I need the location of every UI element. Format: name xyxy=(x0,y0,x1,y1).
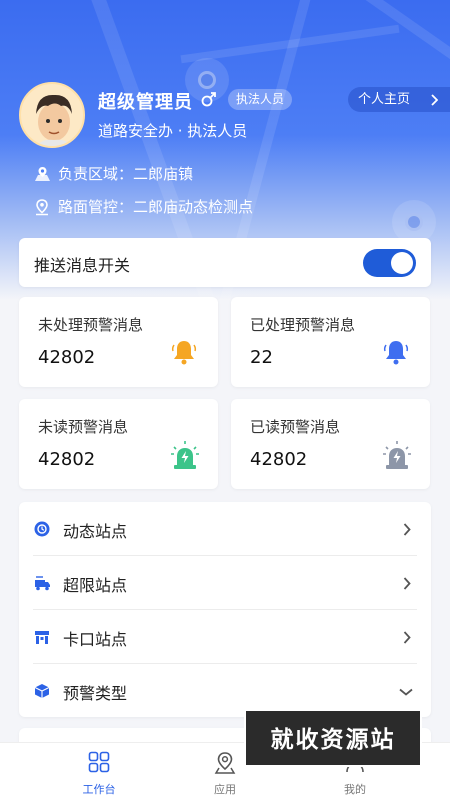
stat-title: 未处理预警消息 xyxy=(38,316,144,334)
chevron-down-icon xyxy=(399,688,413,696)
menu-item-label: 动态站点 xyxy=(63,522,128,541)
stat-title: 已处理预警消息 xyxy=(250,316,356,334)
chevron-right-icon xyxy=(403,577,411,590)
push-notification-card: 推送消息开关 xyxy=(19,238,431,287)
menu-item-label: 超限站点 xyxy=(63,576,128,595)
location-pin-icon xyxy=(36,199,48,216)
personal-homepage-link[interactable]: 个人主页 xyxy=(348,87,450,112)
user-name: 超级管理员 xyxy=(98,92,193,113)
menu-item-label: 卡口站点 xyxy=(63,630,128,649)
stat-card-processed[interactable]: 已处理预警消息 22 xyxy=(231,297,430,387)
push-toggle-label: 推送消息开关 xyxy=(34,256,131,275)
tab-label: 应用 xyxy=(214,783,236,796)
stat-title: 已读预警消息 xyxy=(250,418,341,436)
control-value: 二郎庙动态检测点 xyxy=(133,198,254,216)
grid-icon xyxy=(88,751,110,773)
male-icon xyxy=(201,92,216,107)
dynamic-station-icon xyxy=(34,521,50,537)
tab-workbench[interactable]: 工作台 xyxy=(59,743,139,800)
tab-label: 我的 xyxy=(344,783,366,796)
stat-value: 42802 xyxy=(38,347,96,368)
tab-label: 工作台 xyxy=(82,783,116,796)
stat-card-read[interactable]: 已读预警消息 42802 xyxy=(231,399,430,489)
toggle-knob xyxy=(391,252,413,274)
department-text: 道路安全办 · 执法人员 xyxy=(98,122,248,140)
stat-value: 22 xyxy=(250,347,273,368)
warning-type-icon xyxy=(34,684,50,698)
role-badge: 执法人员 xyxy=(228,89,293,110)
control-label: 路面管控： xyxy=(58,198,134,216)
stat-title: 未读预警消息 xyxy=(38,418,129,436)
bell-orange-icon xyxy=(171,341,197,365)
alarm-light-green-icon xyxy=(171,441,199,469)
stat-card-unprocessed[interactable]: 未处理预警消息 42802 xyxy=(19,297,218,387)
overlimit-station-icon xyxy=(35,576,50,591)
checkpoint-station-icon xyxy=(35,631,49,644)
menu-card: 动态站点 超限站点 卡口站点 预警类型 xyxy=(19,502,431,717)
stat-card-unread[interactable]: 未读预警消息 42802 xyxy=(19,399,218,489)
region-label: 负责区域： xyxy=(58,165,134,183)
bell-blue-icon xyxy=(383,341,409,365)
map-pin-icon xyxy=(214,752,236,774)
region-value: 二郎庙镇 xyxy=(133,165,194,183)
personal-homepage-label: 个人主页 xyxy=(358,92,411,107)
chevron-right-icon xyxy=(403,523,411,536)
menu-item-overlimit-station[interactable]: 超限站点 xyxy=(33,556,417,610)
push-toggle-switch[interactable] xyxy=(363,249,416,277)
menu-item-checkpoint-station[interactable]: 卡口站点 xyxy=(33,610,417,664)
alarm-light-gray-icon xyxy=(383,441,411,469)
avatar[interactable] xyxy=(19,82,85,148)
chevron-right-icon xyxy=(431,94,438,106)
stat-value: 42802 xyxy=(250,449,308,470)
chevron-right-icon xyxy=(403,631,411,644)
menu-item-label: 预警类型 xyxy=(63,684,128,703)
watermark-overlay: 就收资源站 xyxy=(244,709,422,767)
stat-value: 42802 xyxy=(38,449,96,470)
region-map-icon xyxy=(35,167,50,181)
menu-item-dynamic-station[interactable]: 动态站点 xyxy=(33,502,417,556)
